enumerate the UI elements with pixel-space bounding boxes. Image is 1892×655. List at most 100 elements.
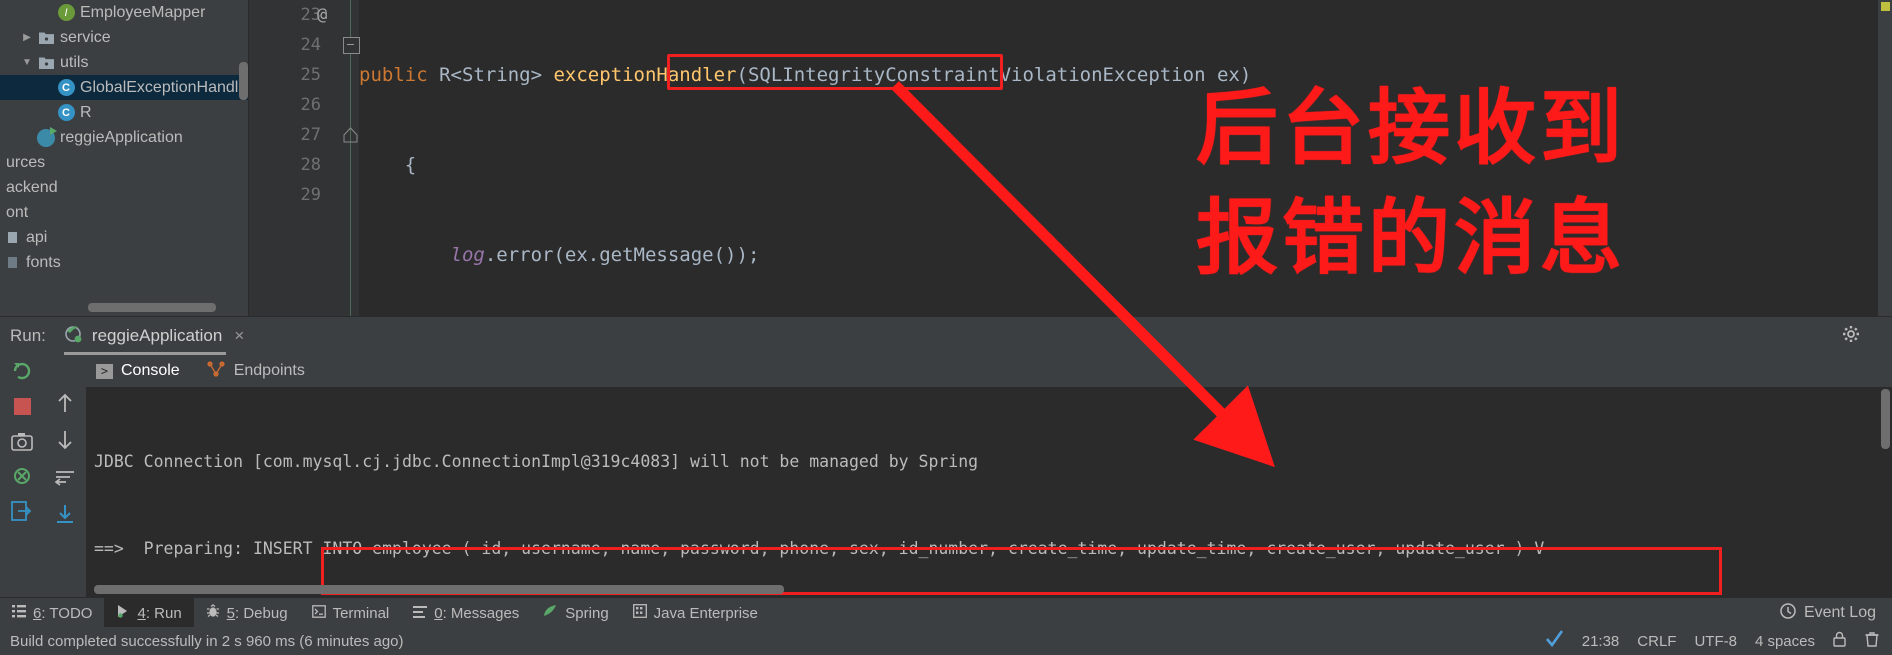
run-tab-label: reggieApplication xyxy=(91,326,223,345)
folder-icon xyxy=(36,56,56,69)
tree-item-utils[interactable]: ▼ utils xyxy=(0,50,248,75)
tree-item-label: service xyxy=(60,28,111,46)
annotation-gutter-marker[interactable]: @ xyxy=(317,0,327,30)
chevron-right-icon[interactable]: ▶ xyxy=(18,32,36,43)
tool-button-run-num: 4 xyxy=(137,604,146,622)
console-line-text: JDBC Connection [com.mysql.cj.jdbc.Conne… xyxy=(94,452,979,471)
tool-button-spring-label: Spring xyxy=(565,604,609,622)
chevron-down-icon[interactable]: ▼ xyxy=(18,57,36,68)
exit-icon[interactable] xyxy=(8,497,36,525)
status-line-separator[interactable]: CRLF xyxy=(1637,633,1676,650)
trash-icon[interactable] xyxy=(1864,631,1880,651)
tree-item-reggieapplication[interactable]: reggieApplication xyxy=(0,125,248,150)
tree-item-label: ackend xyxy=(6,178,58,196)
tree-item-ont[interactable]: ont xyxy=(0,200,248,225)
tree-item-label: R xyxy=(80,103,92,121)
tree-item-label: reggieApplication xyxy=(60,128,183,146)
check-icon[interactable] xyxy=(1544,629,1564,653)
rerun-icon[interactable] xyxy=(8,357,36,385)
tree-item-label: EmployeeMapper xyxy=(80,3,206,21)
arrow-down-icon[interactable] xyxy=(51,426,79,454)
tool-button-run[interactable]: 4: Run xyxy=(104,598,194,628)
class-icon: C xyxy=(56,104,76,121)
tool-button-debug[interactable]: 5: Debug xyxy=(194,598,300,628)
spring-boot-icon xyxy=(36,126,57,147)
status-encoding[interactable]: UTF-8 xyxy=(1694,633,1737,650)
close-icon[interactable]: × xyxy=(234,326,244,346)
scroll-to-end-icon[interactable] xyxy=(51,500,79,528)
tool-button-terminal[interactable]: Terminal xyxy=(300,598,402,628)
debug-icon xyxy=(206,604,220,622)
console-line: ==> Preparing: INSERT INTO employee ( id… xyxy=(86,534,1892,563)
tree-item-service[interactable]: ▶ service xyxy=(0,25,248,50)
arrow-up-icon[interactable] xyxy=(51,389,79,417)
line-number: 24 xyxy=(300,35,321,55)
tool-button-messages-num: 0 xyxy=(434,604,443,622)
restart-process-icon[interactable] xyxy=(8,462,36,490)
tree-item-globalexceptionhandler[interactable]: C GlobalExceptionHandler xyxy=(0,75,248,100)
run-scroll-toolbar xyxy=(44,355,86,598)
lock-icon[interactable] xyxy=(1833,631,1846,651)
event-log-button[interactable]: Event Log xyxy=(1780,602,1892,624)
terminal-icon xyxy=(311,604,326,622)
line-number: 28 xyxy=(300,155,321,175)
endpoints-icon xyxy=(206,360,226,382)
line-number: 26 xyxy=(300,95,321,115)
code-folding-column[interactable] xyxy=(331,0,360,316)
camera-icon[interactable] xyxy=(8,427,36,455)
tool-button-debug-label: : Debug xyxy=(235,604,288,622)
tool-button-terminal-label: Terminal xyxy=(332,604,390,622)
tool-button-todo[interactable]: 6: TODO xyxy=(0,598,104,628)
event-log-icon xyxy=(1780,602,1796,624)
tree-item-r[interactable]: C R xyxy=(0,100,248,125)
status-indent[interactable]: 4 spaces xyxy=(1755,633,1815,650)
messages-icon xyxy=(413,605,428,622)
tool-button-debug-num: 5 xyxy=(226,604,236,622)
tree-item-label: fonts xyxy=(26,253,61,271)
tree-item-fonts[interactable]: fonts xyxy=(0,250,248,275)
console-line-text: ==> Preparing: INSERT INTO employee ( id… xyxy=(94,539,1545,558)
editor-gutter[interactable]: 23 24 25 26 27 28 29 xyxy=(249,0,331,316)
tree-item-api[interactable]: api xyxy=(0,225,248,250)
tab-endpoints-label: Endpoints xyxy=(233,362,305,379)
bottom-tool-window-bar: 6: TODO 4: Run 5: Debug Terminal 0: Mess… xyxy=(0,597,1892,628)
tool-button-messages[interactable]: 0: Messages xyxy=(401,598,531,628)
editor-scroll-strip[interactable] xyxy=(1878,0,1892,316)
event-log-label: Event Log xyxy=(1803,604,1876,621)
tool-button-java-enterprise[interactable]: Java Enterprise xyxy=(621,598,770,628)
run-tab-reggieapplication[interactable]: reggieApplication × xyxy=(60,317,248,355)
editor-warning-marker[interactable] xyxy=(1881,2,1890,11)
tab-endpoints[interactable]: Endpoints xyxy=(206,360,305,382)
annotation-line-1: 后台接收到 xyxy=(1196,81,1627,176)
gear-icon[interactable] xyxy=(1842,325,1860,348)
status-time: 21:38 xyxy=(1581,632,1620,650)
stop-icon[interactable] xyxy=(8,392,36,420)
status-message: Build completed successfully in 2 s 960 … xyxy=(10,632,404,650)
tree-item-urces[interactable]: urces xyxy=(0,150,248,175)
tree-vertical-scrollbar[interactable] xyxy=(239,62,248,100)
fold-collapse-icon[interactable] xyxy=(343,37,360,54)
soft-wrap-icon[interactable] xyxy=(51,463,79,491)
line-number: 25 xyxy=(300,65,321,85)
tab-console[interactable]: > Console xyxy=(96,362,180,380)
console-horizontal-scrollbar[interactable] xyxy=(94,585,784,594)
class-icon: C xyxy=(56,79,76,96)
console-vertical-scrollbar[interactable] xyxy=(1881,389,1890,449)
spring-icon xyxy=(543,604,558,622)
tool-button-java-enterprise-label: Java Enterprise xyxy=(653,604,758,622)
ide-window: I EmployeeMapper ▶ service ▼ utils C Glo… xyxy=(0,0,1892,655)
tree-item-label: urces xyxy=(6,153,46,171)
fold-end-icon[interactable] xyxy=(343,127,358,143)
tool-button-run-label: : Run xyxy=(145,604,182,622)
project-tree-panel[interactable]: I EmployeeMapper ▶ service ▼ utils C Glo… xyxy=(0,0,249,316)
tool-button-todo-label: : TODO xyxy=(41,604,93,622)
todo-icon xyxy=(12,604,26,622)
run-icon xyxy=(116,604,130,622)
tree-horizontal-scrollbar[interactable] xyxy=(88,303,216,312)
tool-button-spring[interactable]: Spring xyxy=(531,598,620,628)
tree-item-label: api xyxy=(26,228,48,246)
tree-item-ackend[interactable]: ackend xyxy=(0,175,248,200)
run-window-controls xyxy=(1842,317,1882,355)
tree-item-employeemapper[interactable]: I EmployeeMapper xyxy=(0,0,248,25)
tool-button-messages-label: : Messages xyxy=(442,604,520,622)
